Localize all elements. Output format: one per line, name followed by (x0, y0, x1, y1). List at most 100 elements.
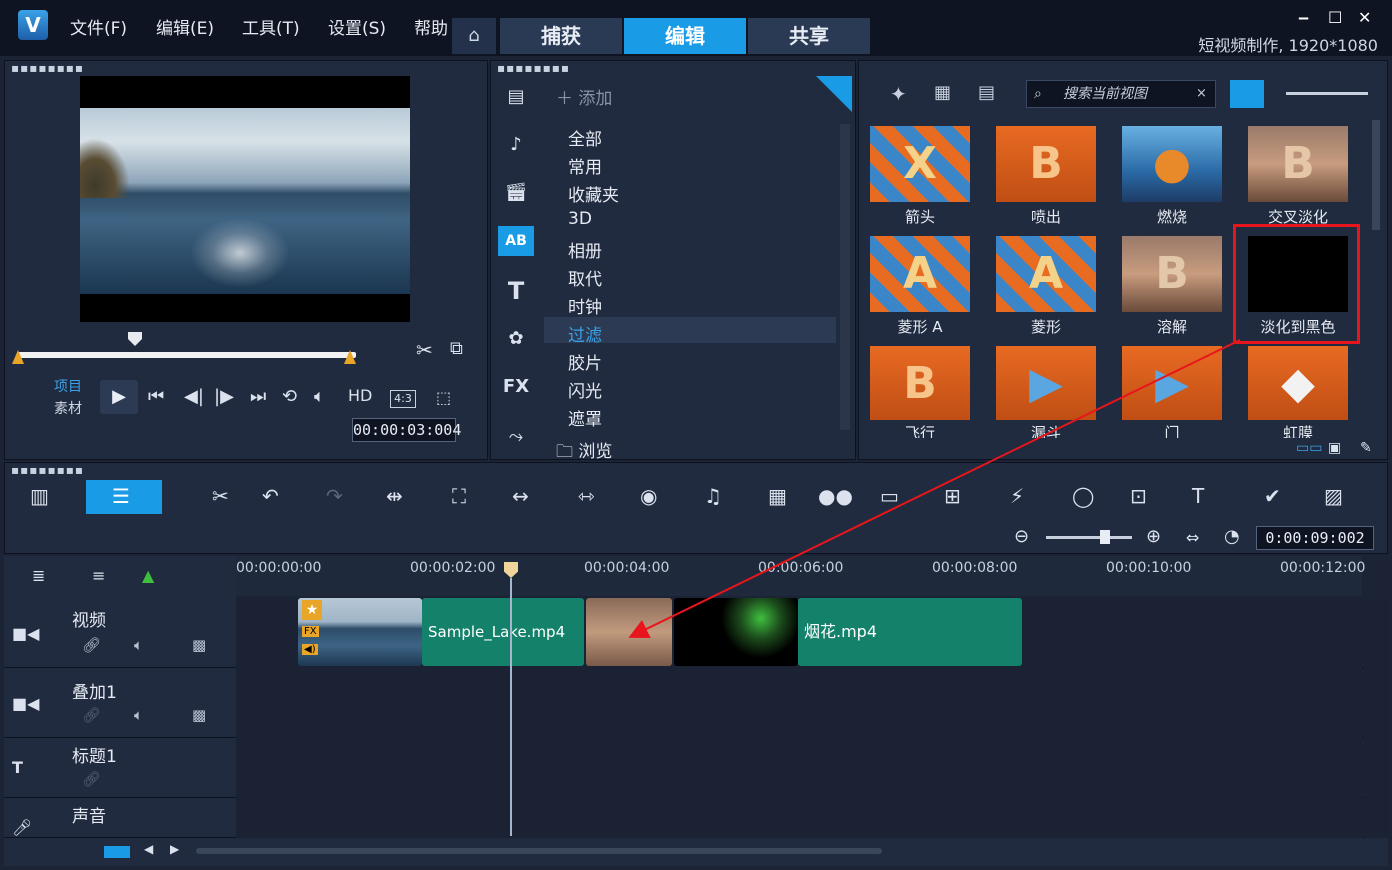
graphics-icon[interactable]: ✿ (498, 324, 534, 354)
transition-thumb[interactable]: B (996, 126, 1096, 202)
maximize-icon[interactable]: ☐ (1328, 8, 1342, 27)
subtitle-icon[interactable]: ▭ (880, 484, 899, 508)
track-volume-icon[interactable]: 🔈︎ (134, 706, 143, 724)
transition-thumb[interactable]: A (870, 236, 970, 312)
undo-icon[interactable]: ↶ (262, 484, 279, 508)
zoom-slider-handle[interactable] (1100, 530, 1110, 544)
zoom-in-icon[interactable]: ⊕ (1146, 526, 1161, 547)
track-grid-icon[interactable]: ▩ (192, 706, 206, 724)
timeline-timecode[interactable]: 0:00:09:002 (1256, 526, 1374, 550)
close-icon[interactable]: ✕ (1358, 8, 1371, 27)
storyboard-view-icon[interactable]: ▭▭ (1296, 440, 1322, 456)
transition-thumb[interactable]: ▶ (1122, 346, 1222, 420)
scissors-icon[interactable]: ✂ (416, 338, 433, 362)
go-end-icon[interactable]: ⏭ (250, 386, 266, 407)
tab-share[interactable]: 共享 (748, 18, 870, 54)
category-item[interactable]: 相册 (568, 237, 602, 262)
search-input[interactable]: 搜索当前视图 (1026, 80, 1216, 108)
mode-project[interactable]: 项目 (54, 376, 82, 396)
link-icon[interactable]: 🔗︎ (82, 770, 101, 788)
volume-icon[interactable]: 🔈︎ (314, 386, 325, 407)
aspect-ratio-button[interactable]: 4:3 (390, 390, 416, 408)
panel-grip-icon[interactable]: ▪▪▪▪▪▪▪▪ (497, 61, 570, 75)
title-icon[interactable]: T (498, 276, 534, 306)
media-icon[interactable]: ▤ (498, 82, 534, 112)
fit-width-icon[interactable]: ⇹ (386, 484, 403, 508)
category-item[interactable]: 时钟 (568, 293, 602, 318)
menu-file[interactable]: 文件(F) (70, 14, 127, 39)
home-icon[interactable]: ⌂ (452, 18, 496, 54)
thumbnail-size-slider[interactable] (1286, 92, 1368, 95)
minimize-icon[interactable]: ‒ (1298, 8, 1309, 27)
clip-fireworks[interactable]: 烟花.mp4 (798, 598, 1022, 666)
category-item[interactable]: 常用 (568, 153, 602, 178)
split-icon[interactable]: ↔ (512, 484, 529, 508)
apply-random-icon[interactable]: ▦ (934, 82, 951, 103)
clip-thumbnail-fireworks[interactable] (674, 598, 798, 666)
timeline-zoom-slider[interactable] (1046, 536, 1132, 539)
panel-grip-icon[interactable]: ▪▪▪▪▪▪▪▪ (11, 463, 84, 477)
clear-icon[interactable]: × (1196, 86, 1207, 101)
favorite-add-icon[interactable]: ✦ (890, 82, 907, 106)
play-button[interactable]: ▶ (100, 380, 138, 414)
transition-thumb[interactable]: B (1122, 236, 1222, 312)
category-item[interactable]: 取代 (568, 265, 602, 290)
chapter-icon[interactable]: ≡ (92, 566, 105, 585)
category-item[interactable]: 收藏夹 (568, 181, 619, 206)
transition-thumb[interactable]: ● (1122, 126, 1222, 202)
batch-icon[interactable]: ✔ (1264, 484, 1281, 508)
transition-thumb[interactable]: B (1248, 126, 1348, 202)
clip-lake[interactable]: Sample_Lake.mp4 (422, 598, 584, 666)
tools-icon[interactable]: ✂ (212, 484, 229, 508)
list-view-icon[interactable] (1230, 80, 1264, 108)
split-view-icon[interactable]: ▣ (1328, 440, 1341, 456)
fit-screen-icon[interactable]: ⛶ (452, 484, 466, 508)
3d-title-icon[interactable]: T (1192, 484, 1204, 508)
repeat-icon[interactable]: ⟲ (282, 386, 297, 407)
zoom-out-icon[interactable]: ⊖ (1014, 526, 1029, 547)
transition-thumb[interactable]: X (870, 126, 970, 202)
settings-icon[interactable]: ▨ (1324, 484, 1343, 508)
scrubber-bar[interactable] (18, 352, 356, 358)
menu-help[interactable]: 帮助 (414, 14, 448, 39)
category-item[interactable]: 胶片 (568, 349, 602, 374)
crop-icon[interactable]: ⊡ (1130, 484, 1147, 508)
hd-button[interactable]: HD (348, 386, 372, 405)
crop-icon[interactable]: ⬚ (436, 388, 451, 407)
category-item-selected[interactable]: 过滤 (568, 321, 602, 346)
timeline-horizontal-scrollbar[interactable] (196, 848, 882, 854)
record-capture-icon[interactable]: ◉ (640, 484, 657, 508)
category-item[interactable]: 闪光 (568, 377, 602, 402)
mode-clip[interactable]: 素材 (54, 398, 82, 418)
preview-timecode[interactable]: 00:00:03:004 (352, 418, 461, 442)
prev-frame-icon[interactable]: ◀| (184, 386, 204, 407)
panel-grip-icon[interactable]: ▪▪▪▪▪▪▪▪ (11, 61, 84, 75)
audio-icon[interactable]: ♪ (498, 130, 534, 160)
add-button[interactable]: ＋ 添加 (556, 84, 612, 109)
scroll-right-icon[interactable]: ▶ (170, 842, 179, 856)
transition-thumb[interactable]: A (996, 236, 1096, 312)
motion-tracking-icon[interactable]: ●● (818, 484, 853, 508)
tab-capture[interactable]: 捕获 (500, 18, 622, 54)
audio-mixer-icon[interactable]: ♫ (704, 484, 722, 508)
category-item[interactable]: 遮罩 (568, 405, 602, 430)
timeline-vertical-scrollbar[interactable] (1364, 598, 1388, 838)
clip-thumbnail-lake[interactable]: ★ FX ◀) (298, 598, 422, 666)
category-scrollbar[interactable] (840, 124, 850, 430)
link-icon[interactable]: 🔗︎ (82, 636, 101, 654)
next-frame-icon[interactable]: |▶ (214, 386, 234, 407)
go-start-icon[interactable]: ⏮ (148, 386, 164, 407)
track-volume-icon[interactable]: 🔈︎ (134, 636, 143, 654)
split-screen-icon[interactable]: ⊞ (944, 484, 961, 508)
search-icon[interactable]: ⌕ (1034, 86, 1042, 102)
auto-music-icon[interactable]: ▦ (768, 484, 787, 508)
enlarge-icon[interactable]: ⧉ (450, 338, 463, 359)
menu-tools[interactable]: 工具(T) (242, 14, 300, 39)
transition-thumb[interactable]: ◆ (1248, 346, 1348, 420)
tab-edit[interactable]: 编辑 (624, 18, 746, 54)
fx-icon[interactable]: FX (498, 372, 534, 402)
gallery-scrollbar[interactable] (1372, 120, 1380, 230)
edit-icon[interactable]: ✎ (1360, 440, 1372, 456)
menu-settings[interactable]: 设置(S) (328, 14, 386, 39)
category-item[interactable]: 全部 (568, 125, 602, 150)
